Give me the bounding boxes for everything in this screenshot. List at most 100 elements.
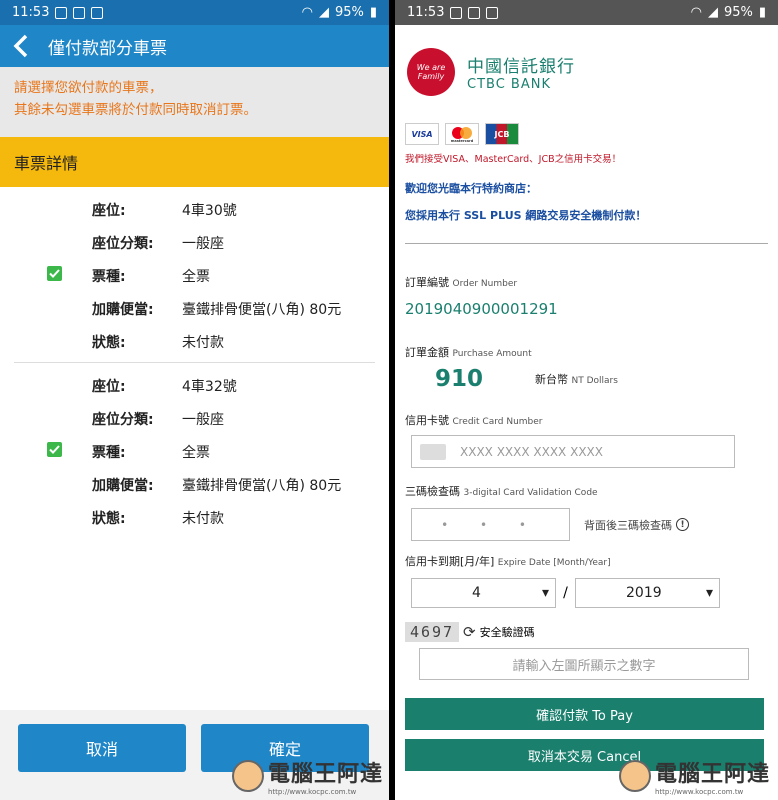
watermark-avatar-icon <box>231 760 264 792</box>
seat-label: 座位: <box>92 378 126 395</box>
bank-header: We are Family 中國信託銀行 CTBC BANK <box>395 25 778 105</box>
cvv-help: 背面後三碼檢查碼! <box>584 517 689 533</box>
seat-value: 4車32號 <box>182 378 237 395</box>
month-value: 4 <box>472 585 481 601</box>
bento-label: 加購便當: <box>92 301 154 318</box>
cvv-help-text: 背面後三碼檢查碼 <box>584 518 672 532</box>
captcha-row: 4697 ⟳ 安全驗證碼 <box>405 622 778 642</box>
bento-value: 臺鐵排骨便當(八角) 80元 <box>182 301 342 318</box>
currency-en: NT Dollars <box>571 376 618 386</box>
seat-class-value: 一般座 <box>182 235 224 252</box>
card-label-en: Credit Card Number <box>452 417 543 427</box>
battery-icon: ▮ <box>758 5 766 20</box>
seat-class-value: 一般座 <box>182 411 224 428</box>
seat-class-label: 座位分類: <box>92 411 154 428</box>
status-label: 狀態: <box>92 334 126 351</box>
bank-name-cn: 中國信託銀行 <box>467 57 575 77</box>
expire-label: 信用卡到期[月/年] Expire Date [Month/Year] <box>395 553 778 569</box>
status-value: 未付款 <box>182 334 224 351</box>
credit-card-icon <box>420 443 446 460</box>
bank-logo: We are Family <box>407 48 455 96</box>
ticket-card[interactable]: 座位: 4車32號 座位分類: 一般座 票種: 全票 加購便當: 臺鐵排骨便當(八角) … <box>0 363 389 538</box>
jcb-icon: JCB <box>485 123 519 145</box>
back-button[interactable] <box>0 25 42 67</box>
amount-label-cn: 訂單金額 <box>405 346 449 359</box>
watermark-avatar-icon <box>618 760 651 792</box>
refresh-icon[interactable]: ⟳ <box>463 623 476 641</box>
status-bar: 11:53 ◠ ◢ 95% ▮ <box>0 0 389 25</box>
cvv-input[interactable]: • • • <box>411 508 570 541</box>
checkbox-checked-icon[interactable] <box>47 266 62 281</box>
captcha-image: 4697 <box>405 622 459 642</box>
notice-text: 請選擇您欲付款的車票， 其餘未勾選車票將於付款同時取消訂票。 <box>0 67 389 137</box>
captcha-label: 安全驗證碼 <box>479 626 535 639</box>
card-number-placeholder: XXXX XXXX XXXX XXXX <box>460 444 603 459</box>
wifi-icon: ◠ <box>301 5 313 20</box>
card-label-cn: 信用卡號 <box>405 414 449 427</box>
accept-text: 我們接受VISA、MasterCard、JCB之信用卡交易！ <box>405 154 622 165</box>
welcome-line-1: 歡迎您光臨本行特約商店： <box>405 182 537 195</box>
battery-level: 95% <box>334 5 364 20</box>
cvv-label: 三碼檢查碼 3-digital Card Validation Code <box>395 483 778 499</box>
ticket-type-value: 全票 <box>182 444 210 461</box>
status-time: 11:53 <box>12 5 50 20</box>
notice-line-2: 其餘未勾選車票將於付款同時取消訂票。 <box>14 102 257 118</box>
ticket-type-label: 票種: <box>92 268 126 285</box>
battery-icon: ▮ <box>369 5 377 20</box>
ticket-type-value: 全票 <box>182 268 210 285</box>
signal-icon: ◢ <box>318 5 329 20</box>
order-number-label: 訂單編號 Order Number <box>395 274 778 290</box>
currency-cn: 新台幣 <box>535 373 568 386</box>
cvv-label-cn: 三碼檢查碼 <box>405 485 460 498</box>
back-arrow-icon <box>13 34 28 58</box>
dropdown-arrow-icon: ▾ <box>705 585 713 601</box>
seat-value: 4車30號 <box>182 202 237 219</box>
amount-value: 910 <box>435 366 484 392</box>
right-screen: 11:53 ◠ ◢ 95% ▮ We are Family 中國信託銀行 CTBC B… <box>395 0 778 800</box>
date-separator: / <box>563 585 568 601</box>
watermark-text: 電腦王阿達 <box>267 762 383 787</box>
notification-icon <box>55 6 68 19</box>
amount-label: 訂單金額 Purchase Amount <box>395 344 778 360</box>
currency: 新台幣 NT Dollars <box>535 371 618 387</box>
battery-level: 95% <box>723 5 753 20</box>
section-header: 車票詳情 <box>0 137 389 187</box>
cancel-button[interactable]: 取消 <box>18 724 186 772</box>
checkbox-checked-icon[interactable] <box>47 442 62 457</box>
watermark-text: 電腦王阿達 <box>654 762 770 787</box>
visa-icon: VISA <box>405 123 439 145</box>
watermark: 電腦王阿達 http://www.kocpc.com.tw <box>618 756 770 796</box>
signal-icon: ◢ <box>707 5 718 20</box>
wifi-icon: ◠ <box>690 5 702 20</box>
bento-label: 加購便當: <box>92 477 154 494</box>
amount-label-en: Purchase Amount <box>452 349 532 359</box>
status-time: 11:53 <box>407 5 445 20</box>
mastercard-label: mastercard <box>451 139 474 143</box>
dropdown-arrow-icon: ▾ <box>541 585 549 601</box>
order-label-cn: 訂單編號 <box>405 276 449 289</box>
seat-class-label: 座位分類: <box>92 235 154 252</box>
card-number-label: 信用卡號 Credit Card Number <box>395 412 778 428</box>
left-screen: 11:53 ◠ ◢ 95% ▮ 僅付款部分車票 請選擇您欲付款的車票， 其餘未勾選車票… <box>0 0 389 800</box>
welcome-text: 歡迎您光臨本行特約商店： 您採用本行 SSL PLUS 網路交易安全機制付款！ <box>395 169 778 229</box>
month-select[interactable]: 4 ▾ <box>411 578 556 608</box>
seat-label: 座位: <box>92 202 126 219</box>
expire-label-en: Expire Date [Month/Year] <box>497 558 611 568</box>
card-number-input[interactable]: XXXX XXXX XXXX XXXX <box>411 435 735 468</box>
watermark: 電腦王阿達 http://www.kocpc.com.tw <box>231 756 383 796</box>
watermark-url: http://www.kocpc.com.tw <box>267 788 357 796</box>
info-icon[interactable]: ! <box>676 518 689 531</box>
year-select[interactable]: 2019 ▾ <box>575 578 720 608</box>
mail-icon <box>73 6 86 19</box>
notice-line-1: 請選擇您欲付款的車票， <box>14 80 163 96</box>
pay-button[interactable]: 確認付款 To Pay <box>405 698 764 730</box>
captcha-input[interactable]: 請輸入左圖所顯示之數字 <box>419 648 749 680</box>
ticket-card[interactable]: 座位: 4車30號 座位分類: 一般座 票種: 全票 加購便當: 臺鐵排骨便當(八角) … <box>0 187 389 362</box>
ticket-type-label: 票種: <box>92 444 126 461</box>
cvv-label-en: 3-digital Card Validation Code <box>463 488 598 498</box>
status-value: 未付款 <box>182 510 224 527</box>
status-label: 狀態: <box>92 510 126 527</box>
page-title: 僅付款部分車票 <box>48 38 167 59</box>
watermark-url: http://www.kocpc.com.tw <box>654 788 744 796</box>
bank-name-en: CTBC BANK <box>467 77 551 92</box>
